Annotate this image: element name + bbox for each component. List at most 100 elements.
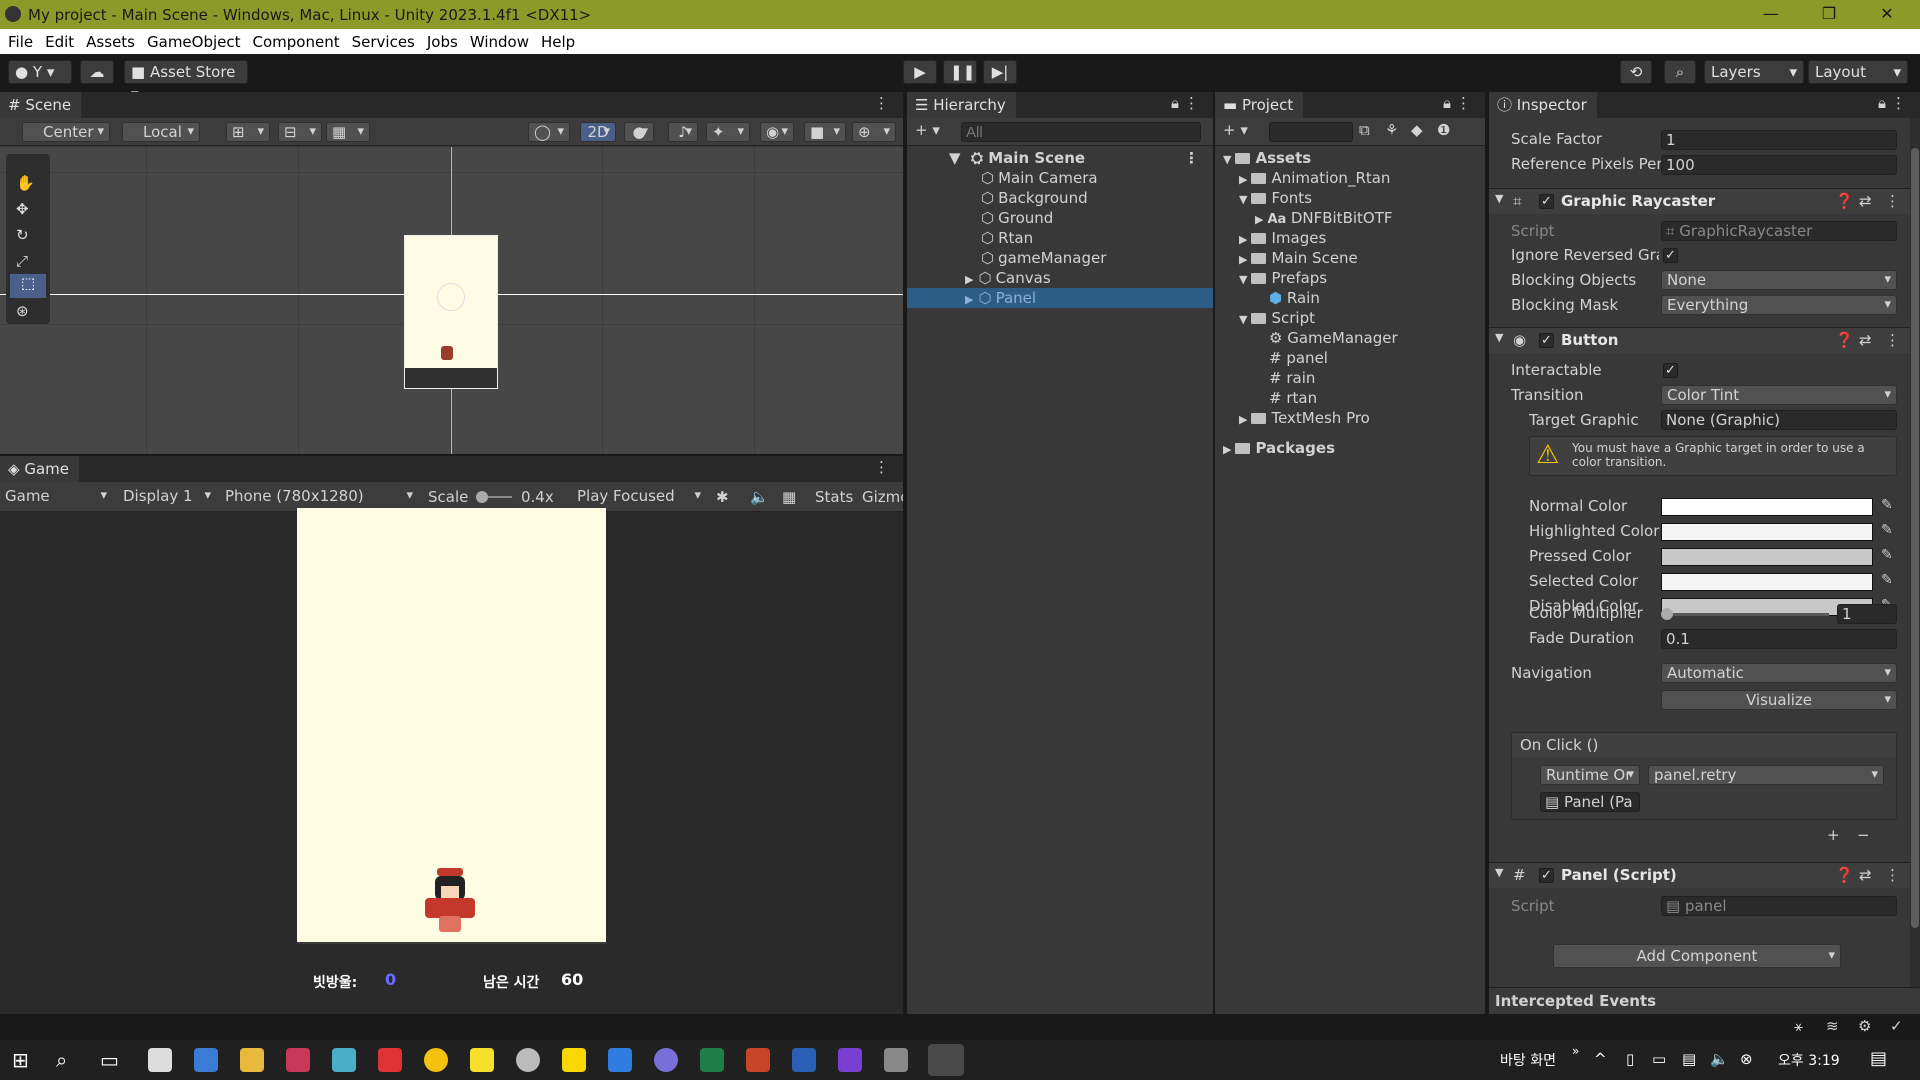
excel-icon[interactable] [700,1048,724,1072]
menu-file[interactable]: File [8,33,33,51]
kebab-icon[interactable]: ⋮ [874,94,889,112]
runtime-dropdown[interactable]: Runtime Or [1540,765,1640,785]
mute-icon[interactable]: 🔈 [750,488,769,506]
project-packages-root[interactable]: ▶ Packages [1215,438,1485,458]
step-icon[interactable]: ▶| [983,60,1017,84]
help-icon[interactable]: ❓ [1835,866,1854,884]
sticky-notes-icon[interactable] [562,1048,586,1072]
blocking-mask-dropdown[interactable]: Everything [1661,295,1897,315]
color-swatch[interactable] [1661,498,1873,516]
move-tool-icon[interactable]: ✥ [16,200,29,218]
panel-script-enabled-checkbox[interactable]: ✓ [1539,868,1554,883]
onclick-object-field[interactable]: ▤ Panel (Pa [1540,792,1640,812]
network-icon[interactable]: ⚹ [1794,1017,1803,1035]
project-item[interactable]: ▼ Script [1215,308,1485,328]
play-focus-dropdown[interactable]: Play Focused [572,487,706,507]
game-viewport[interactable]: 빗방울: 0 남은 시간 60 [297,508,606,1014]
hierarchy-search-input[interactable] [961,122,1201,142]
button-enabled-checkbox[interactable]: ✓ [1539,333,1554,348]
app-icon-5[interactable] [332,1048,356,1072]
battery-icon[interactable]: ▭ [1652,1050,1666,1068]
color-swatch[interactable] [1661,548,1873,566]
app-icon-4[interactable] [286,1048,310,1072]
lock-icon[interactable]: 🔒︎ [1878,94,1886,112]
search-icon[interactable]: ⌕ [1664,60,1696,84]
camera-icon[interactable]: ■ [804,122,846,142]
project-item[interactable]: ▶ Images [1215,228,1485,248]
unity-editor-icon[interactable] [928,1044,964,1076]
method-dropdown[interactable]: panel.retry [1648,765,1884,785]
kebab-icon[interactable]: ⋮ [1885,331,1900,349]
type-filter-icon[interactable]: ⚘ [1385,121,1398,139]
lighting-icon[interactable]: ● [624,122,654,142]
layers-dropdown[interactable]: Layers ▾ [1704,60,1804,84]
gizmos-icon[interactable]: ⊕ [852,122,896,142]
kebab-icon[interactable]: ⋮ [1184,94,1199,112]
kebab-icon[interactable]: ⋮ [1184,148,1199,168]
grid-snap-icon[interactable]: ⊞ [226,122,270,142]
tray-expand-icon[interactable]: ^ [1594,1050,1607,1068]
color-multiplier-field[interactable]: 1 [1837,604,1897,624]
project-item[interactable]: ▶ TextMesh Pro [1215,408,1485,428]
kebab-icon[interactable]: ⋮ [1885,866,1900,884]
powerpoint-icon[interactable] [746,1048,770,1072]
navigation-dropdown[interactable]: Automatic [1661,663,1897,683]
close-button[interactable]: ✕ [1858,0,1916,29]
menu-component[interactable]: Component [253,33,340,51]
app-icon-6[interactable] [378,1048,402,1072]
status-check-icon[interactable]: ✓ [1890,1017,1903,1035]
hierarchy-item-gamemanager[interactable]: ⬡ gameManager [907,248,1213,268]
blocking-objects-dropdown[interactable]: None [1661,270,1897,290]
project-search-input[interactable] [1269,122,1353,142]
search-icon[interactable]: ⌕ [56,1048,67,1072]
task-view-icon[interactable]: ▭ [100,1048,119,1072]
windows-start-icon[interactable]: ⊞ [12,1048,29,1072]
info-icon[interactable]: ❶ [1437,121,1450,139]
triangle-right-icon[interactable]: ▶ [1239,233,1247,246]
preset-icon[interactable]: ⇄ [1859,866,1872,884]
label-filter-icon[interactable]: ◆ [1411,121,1423,139]
kebab-icon[interactable]: ⋮ [1891,94,1906,112]
history-icon[interactable]: ⟲ [1620,60,1652,84]
debug-icon[interactable]: ⚙ [1858,1017,1871,1035]
tab-scene[interactable]: # Scene [0,92,82,118]
menu-edit[interactable]: Edit [45,33,74,51]
scale-slider[interactable] [476,491,512,503]
preset-icon[interactable]: ⇄ [1859,192,1872,210]
fade-duration-field[interactable]: 0.1 [1661,629,1897,649]
triangle-right-icon[interactable]: ▶ [1239,253,1247,266]
chrome-icon[interactable] [424,1048,448,1072]
cloud-icon[interactable]: ☁ [80,60,114,84]
graphic-raycaster-header[interactable]: ▼ ⌗ ✓ Graphic Raycaster ❓ ⇄ ⋮ [1489,188,1920,214]
volume-icon[interactable]: 🔈 [1710,1050,1729,1068]
restore-button[interactable]: ❐ [1800,0,1858,29]
tab-project[interactable]: ▬ Project [1215,92,1304,118]
foldout-icon[interactable]: ▼ [1495,331,1503,344]
menu-jobs[interactable]: Jobs [427,33,458,51]
play-icon[interactable]: ▶ [903,60,937,84]
lock-icon[interactable]: 🔒︎ [1443,94,1451,112]
interactable-checkbox[interactable]: ✓ [1663,363,1678,378]
usb-icon[interactable]: ▯ [1626,1050,1634,1068]
increment-snap-icon[interactable]: ▦ [326,122,370,142]
discord-icon[interactable] [654,1048,678,1072]
layout-dropdown[interactable]: Layout ▾ [1808,60,1908,84]
keyboard-icon[interactable]: ▦ [782,488,796,506]
scale-tool-icon[interactable]: ⤢ [16,252,28,270]
project-item[interactable]: # rtan [1215,388,1485,408]
color-swatch[interactable] [1661,573,1873,591]
visual-studio-icon[interactable] [838,1048,862,1072]
audio-icon[interactable]: ♪ [668,122,698,142]
kebab-icon[interactable]: ⋮ [874,458,889,476]
app-icon-11[interactable] [608,1048,632,1072]
word-icon[interactable] [792,1048,816,1072]
menu-help[interactable]: Help [541,33,575,51]
cache-icon[interactable]: ≋ [1826,1017,1839,1035]
add-icon[interactable]: + ▾ [1223,121,1248,139]
kakaotalk-icon[interactable] [470,1048,494,1072]
unity-hub-icon[interactable] [884,1048,908,1072]
space-dropdown[interactable]: Local [122,122,200,142]
app-icon-9[interactable] [516,1048,540,1072]
hierarchy-item-ground[interactable]: ⬡ Ground [907,208,1213,228]
rotate-tool-icon[interactable]: ↻ [16,226,29,244]
